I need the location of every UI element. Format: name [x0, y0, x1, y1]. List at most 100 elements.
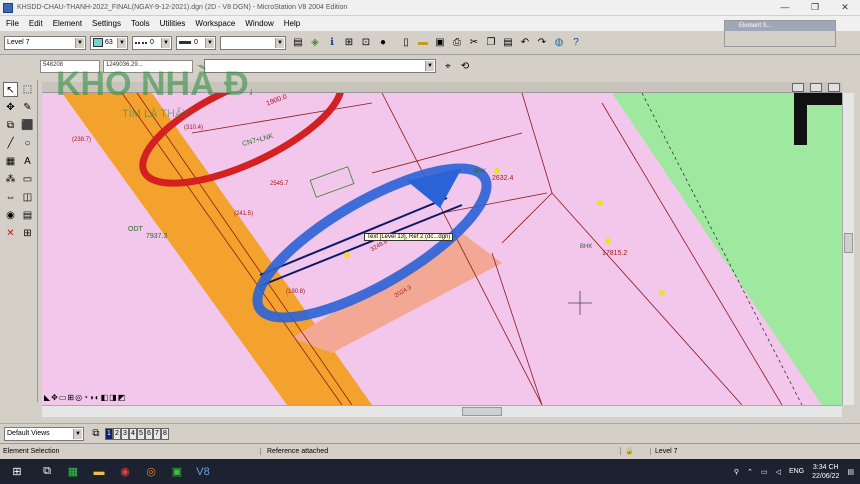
menu-tools[interactable]: Tools — [131, 19, 150, 28]
dropdown-tool-icon[interactable]: ▤ — [290, 35, 306, 51]
clock-date: 22/06/22 — [812, 472, 840, 480]
menu-settings[interactable]: Settings — [92, 19, 121, 28]
tool-settings-select[interactable]: ▼ — [204, 59, 436, 73]
chevron-up-icon[interactable]: ⌃ — [747, 468, 753, 476]
pattern-icon[interactable]: ◉ — [3, 208, 18, 223]
map-label-2387: (238.7) — [72, 137, 92, 143]
line-tool-icon[interactable]: ╱ — [3, 136, 18, 151]
chevron-down-icon: ▼ — [275, 37, 284, 48]
color-select[interactable]: 63 ▼ — [90, 35, 128, 50]
network-icon[interactable]: ▭ — [761, 468, 768, 476]
tag-icon[interactable]: ▤ — [20, 208, 35, 223]
view-group-select[interactable]: Default Views ▼ — [4, 426, 84, 441]
line-style-icon — [135, 41, 147, 44]
fence-tool-icon[interactable]: ⬚ — [20, 82, 35, 97]
point-tool-icon[interactable]: ⁂ — [3, 172, 18, 187]
menu-element[interactable]: Element — [53, 19, 82, 28]
line-style-select[interactable]: 0 ▼ — [132, 35, 172, 50]
color-value: 63 — [105, 39, 113, 46]
menu-file[interactable]: File — [6, 19, 19, 28]
view-4-button[interactable]: 4 — [129, 427, 137, 440]
excel-app-icon[interactable]: ▦ — [60, 459, 86, 484]
save-icon[interactable]: ▣ — [432, 35, 448, 51]
new-file-icon[interactable]: ▯ — [398, 35, 414, 51]
view-1-button[interactable]: 1 — [105, 427, 113, 440]
drawing-canvas[interactable]: ODT 7937.3 CN7+LNK 2632.4 17815.2 BHK BH… — [42, 93, 842, 405]
chain-icon[interactable]: ⊞ — [20, 226, 35, 241]
line-weight-select[interactable]: 0 ▼ — [176, 35, 216, 50]
chrome-app-icon[interactable]: ◉ — [112, 459, 138, 484]
redo-icon[interactable]: ↷ — [534, 35, 550, 51]
menu-window[interactable]: Window — [245, 19, 273, 28]
active-class-select[interactable]: ▼ — [220, 35, 286, 50]
maximize-button[interactable]: ❐ — [800, 2, 830, 13]
menu-workspace[interactable]: Workspace — [195, 19, 235, 28]
vertical-scroll-thumb[interactable] — [844, 233, 853, 253]
browser-app-icon[interactable]: ◎ — [138, 459, 164, 484]
view-rotate-icon[interactable]: ⟲ — [457, 58, 473, 74]
circle-tool-icon[interactable]: ○ — [20, 136, 35, 151]
fence-icon[interactable]: ⊞ — [341, 35, 357, 51]
clock-time: 3:34 CH — [812, 463, 839, 471]
help-icon[interactable]: ? — [568, 35, 584, 51]
microstation-taskbar-icon[interactable]: V8 — [190, 459, 216, 484]
fill-tool-icon[interactable]: ◫ — [20, 190, 35, 205]
dimension-icon[interactable]: ▭ — [20, 172, 35, 187]
cell-tool-icon[interactable]: ▦ — [3, 154, 18, 169]
open-folder-icon[interactable]: ▬ — [415, 35, 431, 51]
group-icon[interactable]: ⧉ — [3, 118, 18, 133]
lock-icon[interactable]: 🔒 — [620, 447, 650, 455]
people-icon[interactable]: ⚲ — [734, 468, 739, 476]
windows-start-icon[interactable]: ⊞ — [0, 459, 34, 484]
snap-icon[interactable]: ⊡ — [358, 35, 374, 51]
info-icon[interactable]: ℹ — [324, 35, 340, 51]
horizontal-scrollbar[interactable] — [42, 405, 842, 417]
view-2-button[interactable]: 2 — [113, 427, 121, 440]
menu-help[interactable]: Help — [284, 19, 300, 28]
copy-icon[interactable]: ❐ — [483, 35, 499, 51]
measure-icon[interactable]: ⇔ — [3, 190, 18, 205]
y-coordinate-field[interactable]: 1249036.29... — [103, 59, 193, 73]
volume-icon[interactable]: ◁ — [776, 468, 781, 476]
view-3-button[interactable]: 3 — [121, 427, 129, 440]
layers-icon[interactable]: ◈ — [307, 35, 323, 51]
element-selection-panel[interactable]: Element S... — [724, 20, 836, 47]
view-8-button[interactable]: 8 — [161, 427, 169, 440]
delete-element-icon[interactable]: ✕ — [3, 226, 18, 241]
x-coordinate-field[interactable]: 548208 — [40, 59, 100, 73]
minimize-button[interactable]: — — [770, 2, 800, 13]
modify-icon[interactable]: ✎ — [20, 100, 35, 115]
snap-mode-icon[interactable]: ⌖ — [440, 58, 456, 74]
view-groups-icon[interactable]: ⧉ — [88, 426, 104, 442]
language-indicator[interactable]: ENG — [789, 468, 804, 475]
clock[interactable]: 3:34 CH 22/06/22 — [812, 463, 839, 481]
view-5-button[interactable]: 5 — [137, 427, 145, 440]
cut-icon[interactable]: ✂ — [466, 35, 482, 51]
horizontal-scroll-thumb[interactable] — [462, 407, 502, 416]
vertical-scrollbar[interactable] — [842, 93, 854, 405]
delete-partial-icon[interactable]: ⬛ — [20, 118, 35, 133]
text-tool-icon[interactable]: A — [20, 154, 35, 169]
menu-edit[interactable]: Edit — [29, 19, 43, 28]
print-icon[interactable]: ⎙ — [449, 35, 465, 51]
level-select[interactable]: Level 7 ▼ — [4, 35, 86, 50]
manipulate-icon[interactable]: ✥ — [3, 100, 18, 115]
file-explorer-icon[interactable]: ▬ — [86, 459, 112, 484]
close-button[interactable]: ✕ — [830, 2, 860, 13]
view-minimize-button[interactable] — [792, 83, 804, 92]
paste-icon[interactable]: ▤ — [500, 35, 516, 51]
view-close-button[interactable] — [828, 83, 840, 92]
select-element-icon[interactable]: ↖ — [3, 82, 18, 97]
view-7-button[interactable]: 7 — [153, 427, 161, 440]
task-view-icon[interactable]: ⧉ — [34, 459, 60, 484]
photos-app-icon[interactable]: ▣ — [164, 459, 190, 484]
view-6-button[interactable]: 6 — [145, 427, 153, 440]
globe-icon[interactable]: ◍ — [551, 35, 567, 51]
undo-icon[interactable]: ↶ — [517, 35, 533, 51]
menu-utilities[interactable]: Utilities — [160, 19, 186, 28]
render-icon[interactable]: ● — [375, 35, 391, 51]
map-label-2415: (241.5) — [234, 211, 254, 217]
view-maximize-button[interactable] — [810, 83, 822, 92]
notification-icon[interactable]: ▤ — [847, 468, 854, 476]
view-controls-bar[interactable]: ◣✥▭⊞◎◔◑◐◧◨◩ — [44, 393, 126, 402]
